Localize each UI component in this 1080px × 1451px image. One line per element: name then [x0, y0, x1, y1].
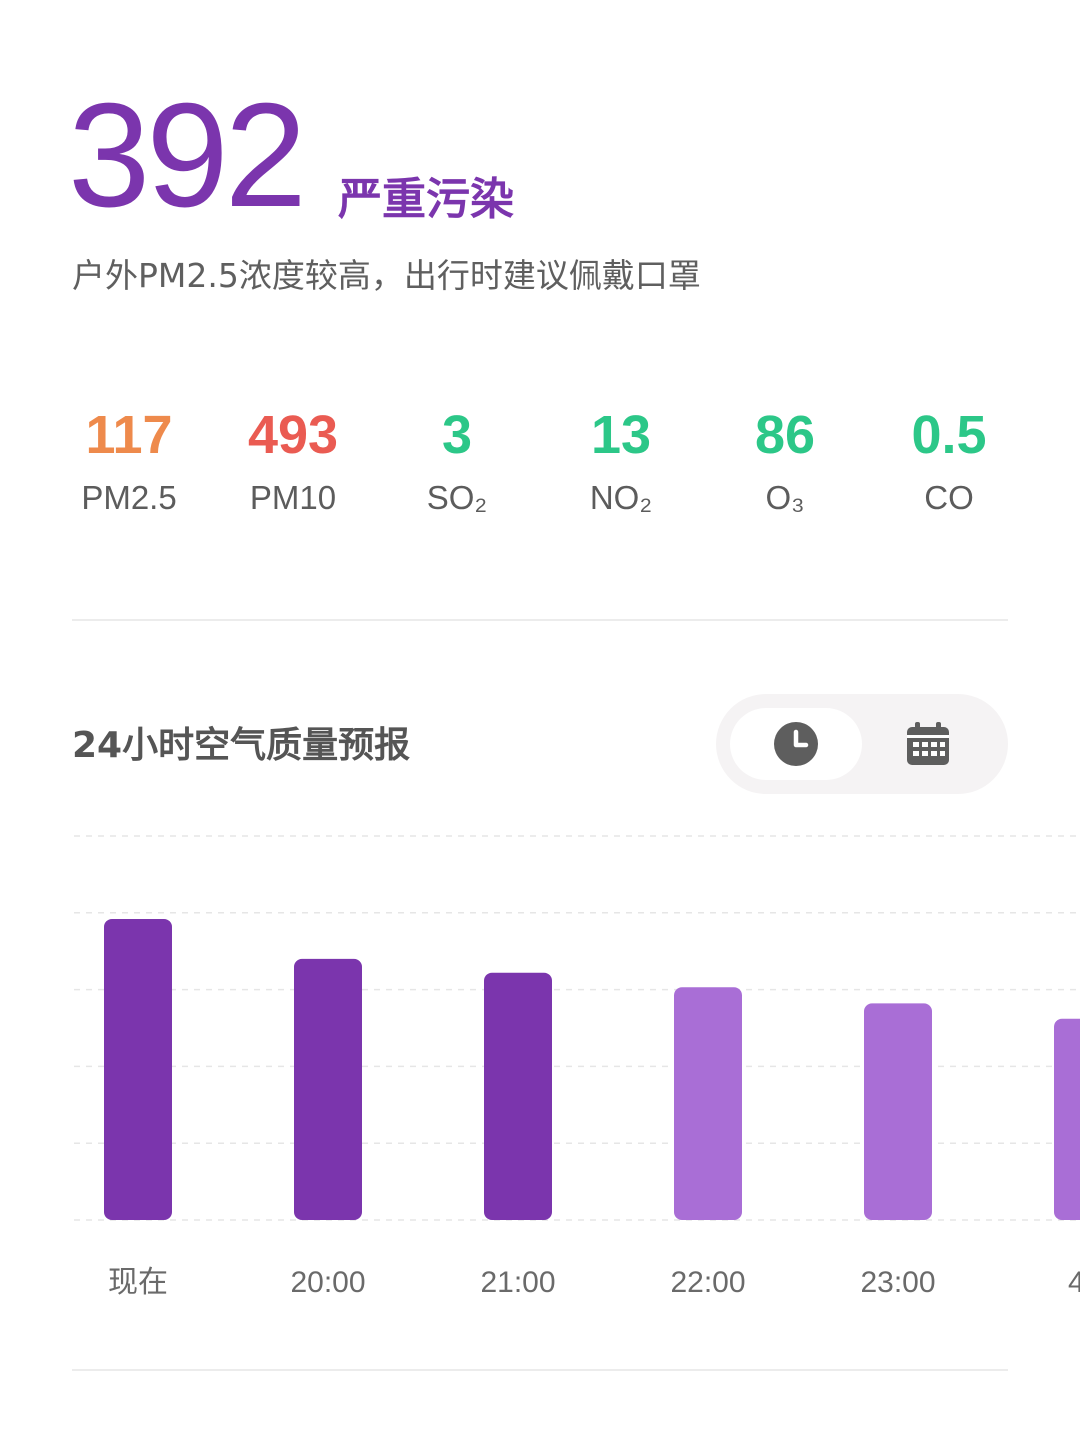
aqi-level: 严重污染	[338, 174, 514, 225]
pollutant-label: O₃	[765, 479, 805, 516]
pollutant-o3[interactable]: 86 O₃	[710, 400, 860, 520]
chart-x-tick-label: 22:00	[670, 1266, 745, 1299]
chart-bar[interactable]	[104, 918, 172, 1220]
hourly-toggle-button[interactable]	[730, 708, 862, 780]
pollutant-label: PM2.5	[81, 479, 177, 516]
pollutant-label: NO₂	[589, 479, 653, 516]
pollutant-value: 117	[85, 405, 173, 465]
forecast-chart: 现在 20:00 21:00 22:00 23:00 4月	[0, 820, 1080, 1320]
aqi-advice: 户外PM2.5浓度较高，出行时建议佩戴口罩	[72, 256, 701, 295]
pollutant-value: 86	[754, 405, 816, 465]
chart-bar[interactable]	[484, 972, 552, 1220]
chart-x-tick-label: 现在	[108, 1266, 168, 1299]
pollutant-value: 13	[590, 405, 652, 465]
pollutant-no2[interactable]: 13 NO₂	[546, 400, 696, 520]
air-quality-page: 392 严重污染 户外PM2.5浓度较高，出行时建议佩戴口罩 117 PM2.5…	[0, 0, 1080, 1451]
bottom-divider	[72, 1369, 1008, 1371]
pollutant-pm10[interactable]: 493 PM10	[218, 400, 368, 520]
pollutant-value: 3	[441, 405, 473, 465]
section-divider	[72, 619, 1008, 621]
clock-icon	[774, 722, 818, 766]
chart-bar[interactable]	[674, 987, 742, 1220]
pollutant-value: 493	[247, 405, 339, 465]
forecast-bar-chart: 现在 20:00 21:00 22:00 23:00 4月	[74, 835, 1080, 1299]
calendar-icon	[907, 722, 949, 765]
pollutant-so2[interactable]: 3 SO₂	[382, 400, 532, 520]
pollutant-value: 0.5	[911, 405, 987, 465]
pollutant-label: SO₂	[426, 479, 488, 516]
chart-x-tick-label: 4月	[1068, 1266, 1080, 1299]
pollutant-label: CO	[924, 479, 974, 516]
chart-bar[interactable]	[294, 958, 362, 1220]
pollutant-pm25[interactable]: 117 PM2.5	[54, 400, 204, 520]
chart-x-tick-label: 20:00	[290, 1266, 365, 1299]
chart-bar[interactable]	[1054, 1018, 1080, 1220]
pollutant-co[interactable]: 0.5 CO	[874, 400, 1024, 520]
pollutant-label: PM10	[249, 479, 337, 516]
forecast-title: 24小时空气质量预报	[72, 725, 411, 766]
chart-bar[interactable]	[864, 1003, 932, 1220]
daily-toggle-button[interactable]	[862, 708, 994, 780]
chart-x-tick-label: 21:00	[480, 1266, 555, 1299]
chart-x-tick-label: 23:00	[860, 1266, 935, 1299]
aqi-value: 392	[68, 73, 307, 238]
forecast-view-toggle	[716, 694, 1008, 794]
